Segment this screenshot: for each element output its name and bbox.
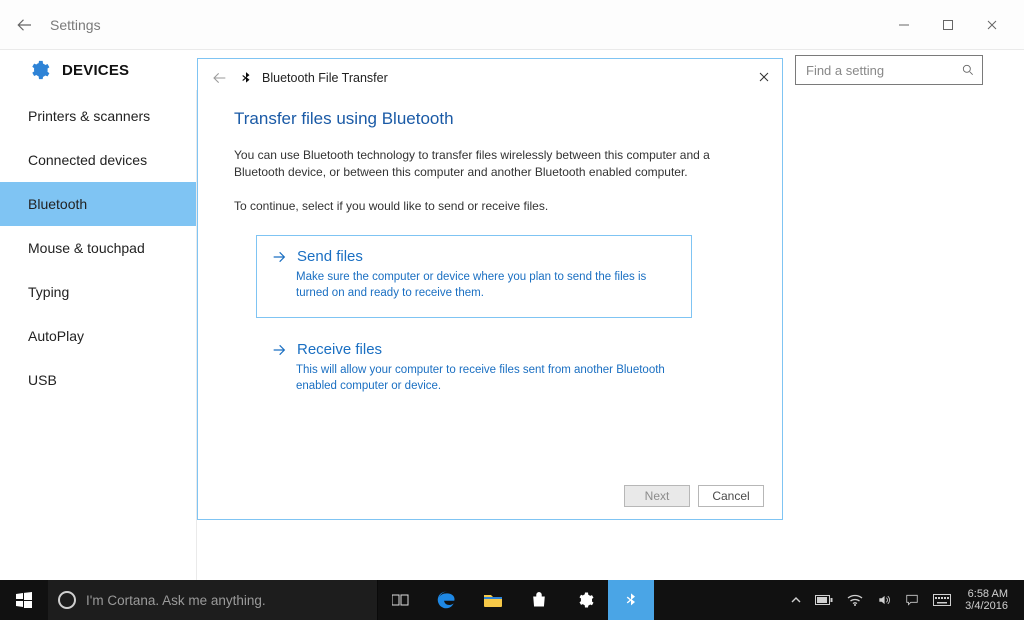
sidebar-item-label: USB bbox=[28, 372, 57, 388]
search-icon bbox=[961, 63, 975, 77]
gear-icon bbox=[576, 591, 594, 609]
sidebar-item-autoplay[interactable]: AutoPlay bbox=[0, 314, 196, 358]
tray-volume[interactable] bbox=[877, 593, 891, 607]
taskbar: I'm Cortana. Ask me anything. bbox=[0, 580, 1024, 620]
folder-icon bbox=[483, 592, 503, 608]
sidebar-item-typing[interactable]: Typing bbox=[0, 270, 196, 314]
bluetooth-icon bbox=[623, 590, 639, 610]
page-title: DEVICES bbox=[62, 62, 129, 79]
window-close-button[interactable] bbox=[986, 19, 1008, 31]
tray-overflow-button[interactable] bbox=[791, 595, 801, 605]
task-view-button[interactable] bbox=[378, 580, 424, 620]
dialog-body: Transfer files using Bluetooth You can u… bbox=[198, 97, 782, 412]
dialog-titlebar: Bluetooth File Transfer bbox=[198, 59, 782, 97]
tray-action-center[interactable] bbox=[905, 593, 919, 607]
option-receive-files[interactable]: Receive files This will allow your compu… bbox=[256, 328, 692, 411]
cortana-icon bbox=[58, 591, 76, 609]
option-title: Receive files bbox=[297, 341, 382, 358]
option-description: Make sure the computer or device where y… bbox=[296, 269, 677, 301]
minimize-icon bbox=[898, 19, 910, 31]
button-label: Cancel bbox=[712, 489, 749, 503]
dialog-heading: Transfer files using Bluetooth bbox=[234, 109, 746, 129]
dialog-instruction-text: To continue, select if you would like to… bbox=[234, 198, 714, 215]
keyboard-icon bbox=[933, 594, 951, 606]
tray-network[interactable] bbox=[847, 594, 863, 606]
next-button[interactable]: Next bbox=[624, 485, 690, 507]
close-icon bbox=[986, 19, 998, 31]
sidebar-item-label: AutoPlay bbox=[28, 328, 84, 344]
wifi-icon bbox=[847, 594, 863, 606]
edge-icon bbox=[437, 590, 457, 610]
arrow-right-icon bbox=[271, 342, 287, 358]
dialog-back-button[interactable] bbox=[212, 70, 228, 86]
dialog-close-button[interactable] bbox=[752, 65, 776, 89]
cancel-button[interactable]: Cancel bbox=[698, 485, 764, 507]
tray-keyboard[interactable] bbox=[933, 594, 951, 606]
back-button[interactable] bbox=[16, 16, 34, 34]
sidebar-item-printers-scanners[interactable]: Printers & scanners bbox=[0, 94, 196, 138]
button-label: Next bbox=[645, 489, 670, 503]
taskbar-app-store[interactable] bbox=[516, 580, 562, 620]
bluetooth-icon bbox=[238, 70, 254, 86]
task-view-icon bbox=[392, 593, 410, 607]
speaker-icon bbox=[877, 593, 891, 607]
arrow-right-icon bbox=[271, 249, 287, 265]
tray-clock[interactable]: 6:58 AM 3/4/2016 bbox=[965, 588, 1014, 612]
settings-window: Settings DEVICES bbox=[0, 0, 1024, 620]
window-title: Settings bbox=[50, 17, 101, 33]
gear-icon bbox=[28, 59, 50, 81]
chevron-up-icon bbox=[791, 595, 801, 605]
sidebar-item-label: Connected devices bbox=[28, 152, 147, 168]
sidebar-item-label: Bluetooth bbox=[28, 196, 87, 212]
clock-date: 3/4/2016 bbox=[965, 600, 1008, 612]
taskbar-app-file-explorer[interactable] bbox=[470, 580, 516, 620]
taskbar-app-bluetooth[interactable] bbox=[608, 580, 654, 620]
option-send-files[interactable]: Send files Make sure the computer or dev… bbox=[256, 235, 692, 318]
sidebar-item-label: Mouse & touchpad bbox=[28, 240, 145, 256]
notification-icon bbox=[905, 593, 919, 607]
sidebar: Printers & scanners Connected devices Bl… bbox=[0, 90, 197, 620]
sidebar-item-label: Printers & scanners bbox=[28, 108, 150, 124]
window-minimize-button[interactable] bbox=[898, 19, 920, 31]
tray-battery[interactable] bbox=[815, 595, 833, 605]
option-description: This will allow your computer to receive… bbox=[296, 362, 677, 394]
bluetooth-transfer-dialog: Bluetooth File Transfer Transfer files u… bbox=[197, 58, 783, 520]
dialog-title: Bluetooth File Transfer bbox=[262, 71, 388, 85]
sidebar-item-connected-devices[interactable]: Connected devices bbox=[0, 138, 196, 182]
window-titlebar: Settings bbox=[0, 0, 1024, 50]
close-icon bbox=[758, 71, 770, 83]
window-maximize-button[interactable] bbox=[942, 19, 964, 31]
arrow-left-icon bbox=[212, 70, 228, 86]
arrow-left-icon bbox=[16, 16, 34, 34]
maximize-icon bbox=[942, 19, 954, 31]
battery-icon bbox=[815, 595, 833, 605]
clock-time: 6:58 AM bbox=[965, 588, 1008, 600]
store-icon bbox=[530, 591, 548, 609]
sidebar-item-bluetooth[interactable]: Bluetooth bbox=[0, 182, 196, 226]
sidebar-item-mouse-touchpad[interactable]: Mouse & touchpad bbox=[0, 226, 196, 270]
search-input[interactable] bbox=[795, 55, 983, 85]
sidebar-item-label: Typing bbox=[28, 284, 69, 300]
cortana-placeholder: I'm Cortana. Ask me anything. bbox=[86, 593, 266, 608]
cortana-search[interactable]: I'm Cortana. Ask me anything. bbox=[48, 580, 378, 620]
taskbar-app-settings[interactable] bbox=[562, 580, 608, 620]
sidebar-item-usb[interactable]: USB bbox=[0, 358, 196, 402]
dialog-intro-text: You can use Bluetooth technology to tran… bbox=[234, 147, 714, 182]
system-tray: 6:58 AM 3/4/2016 bbox=[781, 580, 1024, 620]
option-title: Send files bbox=[297, 248, 363, 265]
windows-logo-icon bbox=[16, 592, 32, 608]
start-button[interactable] bbox=[0, 580, 48, 620]
taskbar-app-edge[interactable] bbox=[424, 580, 470, 620]
